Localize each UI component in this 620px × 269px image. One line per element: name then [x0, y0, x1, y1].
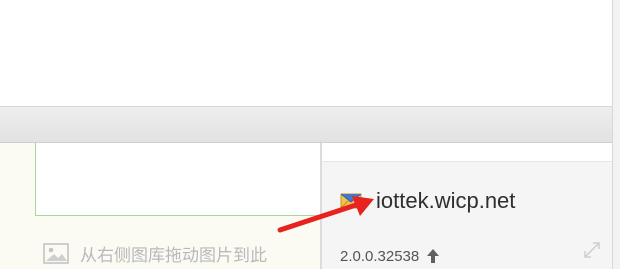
annotation-arrow: [277, 196, 374, 233]
upload-arrow-icon[interactable]: [425, 247, 441, 265]
top-content-area: [0, 0, 612, 106]
server-address-text: iottek.wicp.net: [376, 188, 516, 213]
separator-band: [0, 106, 612, 143]
version-row: 2.0.0.32538: [340, 244, 441, 268]
expand-icon[interactable]: [582, 240, 602, 260]
image-drop-hint-text: 从右侧图库拖动图片到此: [80, 245, 267, 265]
info-panel-header: [322, 143, 612, 162]
image-icon: [43, 243, 69, 264]
image-drop-hint: 从右侧图库拖动图片到此: [42, 240, 320, 266]
version-text: 2.0.0.32538: [340, 247, 420, 265]
window-right-border: [612, 0, 620, 269]
